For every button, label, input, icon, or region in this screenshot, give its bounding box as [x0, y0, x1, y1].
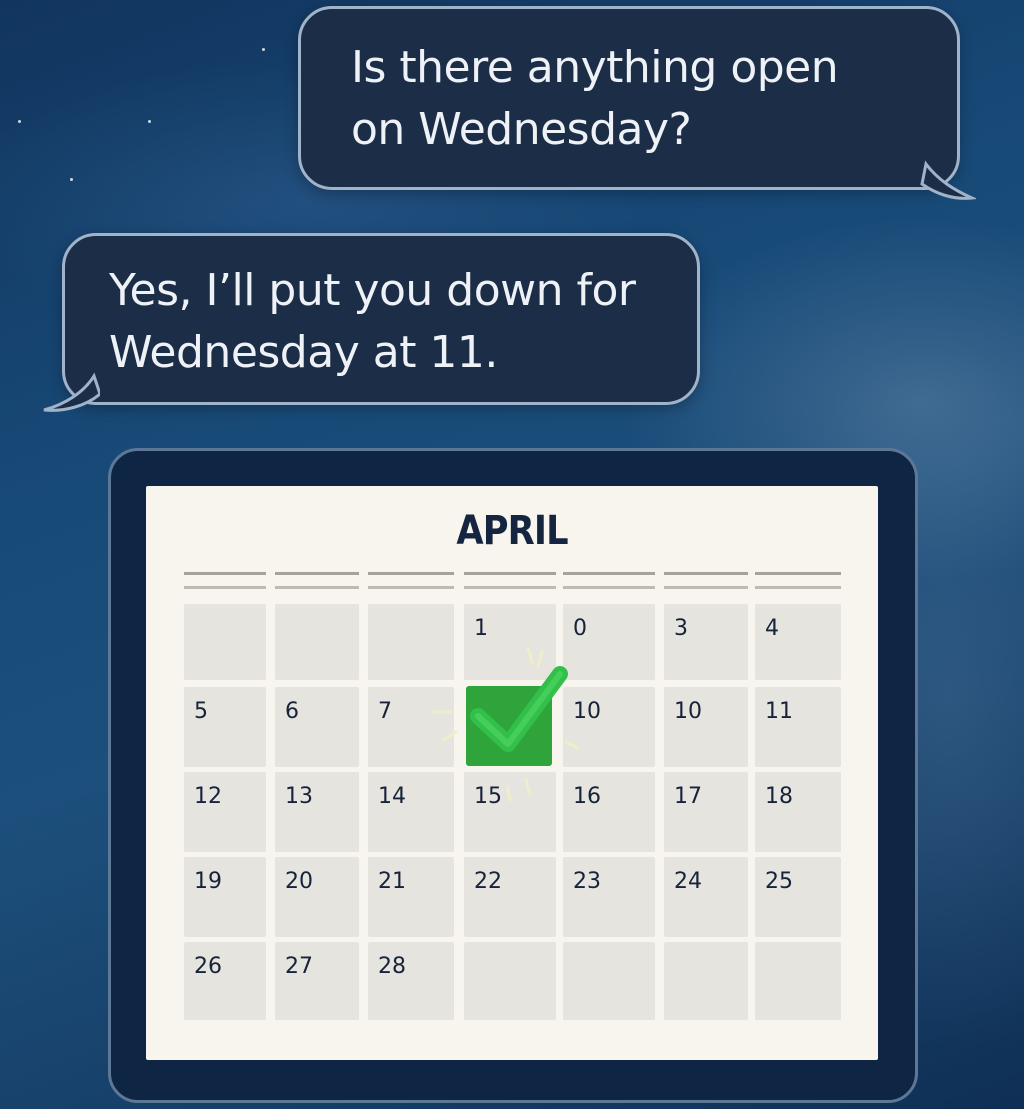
calendar-day-number: 17	[674, 784, 702, 809]
calendar-day-number: 27	[285, 954, 313, 979]
checkmark-icon	[432, 646, 580, 802]
reply-message-line1: Yes, I’ll put you down for	[109, 265, 636, 316]
calendar-day-cell[interactable]	[464, 942, 556, 1020]
calendar-day-cell[interactable]	[275, 604, 359, 680]
weekday-header-line	[275, 572, 359, 590]
calendar-day-cell[interactable]: 17	[664, 772, 748, 852]
user-bubble-tail	[920, 160, 976, 200]
calendar-day-number: 22	[474, 869, 502, 894]
calendar-day-number: 1	[474, 616, 488, 641]
calendar-day-number: 26	[194, 954, 222, 979]
calendar-day-cell[interactable]: 6	[275, 687, 359, 767]
weekday-header-line	[664, 572, 748, 590]
calendar-day-cell[interactable]: 11	[755, 687, 841, 767]
calendar-day-number: 0	[573, 616, 587, 641]
calendar-day-number: 25	[765, 869, 793, 894]
calendar-day-cell[interactable]: 18	[755, 772, 841, 852]
calendar-day-cell[interactable]: 23	[563, 857, 655, 937]
calendar-day-number: 3	[674, 616, 688, 641]
calendar-day-number: 11	[765, 699, 793, 724]
calendar-day-number: 4	[765, 616, 779, 641]
calendar-day-cell[interactable]	[184, 604, 266, 680]
calendar-day-cell[interactable]: 26	[184, 942, 266, 1020]
calendar-day-number: 23	[573, 869, 601, 894]
calendar-day-cell[interactable]: 19	[184, 857, 266, 937]
calendar-day-number: 6	[285, 699, 299, 724]
calendar-day-cell[interactable]	[563, 942, 655, 1020]
star	[148, 120, 151, 123]
user-message-line2: on Wednesday?	[351, 104, 692, 155]
calendar-day-cell[interactable]: 20	[275, 857, 359, 937]
calendar-day-cell[interactable]: 3	[664, 604, 748, 680]
calendar-day-number: 5	[194, 699, 208, 724]
calendar-day-number: 13	[285, 784, 313, 809]
star	[18, 120, 21, 123]
star	[70, 178, 73, 181]
calendar-day-cell[interactable]	[664, 942, 748, 1020]
calendar-day-cell[interactable]: 4	[755, 604, 841, 680]
calendar-day-number: 28	[378, 954, 406, 979]
weekday-header-line	[184, 572, 266, 590]
weekday-header-line	[755, 572, 841, 590]
star	[262, 48, 265, 51]
calendar-month-title: APRIL	[456, 508, 568, 554]
weekday-header-line	[563, 572, 655, 590]
calendar-day-number: 14	[378, 784, 406, 809]
user-message-bubble: Is there anything open on Wednesday?	[298, 6, 960, 190]
calendar-day-cell[interactable]: 24	[664, 857, 748, 937]
user-message-line1: Is there anything open	[351, 42, 839, 93]
calendar-day-cell[interactable]	[755, 942, 841, 1020]
reply-message-line2: Wednesday at 11.	[109, 327, 498, 378]
calendar-day-cell[interactable]: 12	[184, 772, 266, 852]
calendar-day-number: 19	[194, 869, 222, 894]
calendar-day-number: 20	[285, 869, 313, 894]
weekday-header-line	[464, 572, 556, 590]
calendar-day-cell[interactable]: 5	[184, 687, 266, 767]
calendar-day-number: 12	[194, 784, 222, 809]
calendar-day-cell[interactable]: 27	[275, 942, 359, 1020]
calendar-day-cell[interactable]: 25	[755, 857, 841, 937]
calendar-day-cell[interactable]: 28	[368, 942, 454, 1020]
calendar-day-number: 24	[674, 869, 702, 894]
calendar-day-number: 7	[378, 699, 392, 724]
calendar-day-cell[interactable]: 10	[664, 687, 748, 767]
calendar-day-number: 21	[378, 869, 406, 894]
reply-bubble-tail	[43, 372, 100, 412]
reply-message-bubble: Yes, I’ll put you down for Wednesday at …	[62, 233, 700, 405]
calendar-day-cell[interactable]: 22	[464, 857, 556, 937]
calendar-day-number: 18	[765, 784, 793, 809]
calendar-day-cell[interactable]: 13	[275, 772, 359, 852]
weekday-header-line	[368, 572, 454, 590]
calendar-day-number: 10	[674, 699, 702, 724]
calendar-day-cell[interactable]: 21	[368, 857, 454, 937]
